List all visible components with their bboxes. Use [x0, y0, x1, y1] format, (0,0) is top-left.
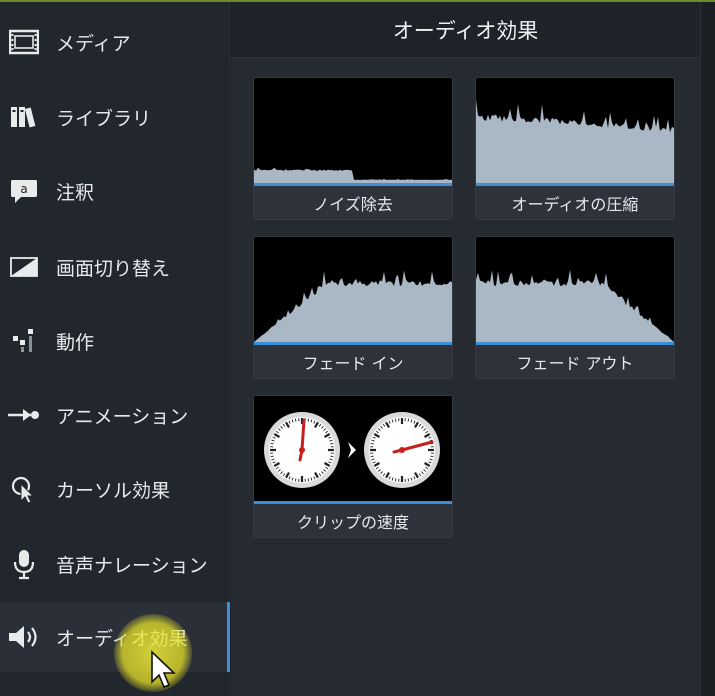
sidebar-item-label: 動作 — [56, 331, 95, 354]
effect-tile-noise-removal[interactable]: ノイズ除去 — [253, 77, 453, 220]
effect-tile-fade-out[interactable]: フェード アウト — [475, 236, 675, 379]
sidebar-item-annotations[interactable]: a 注釈 — [0, 156, 230, 226]
microphone-icon — [6, 546, 42, 582]
sidebar-item-transitions[interactable]: 画面切り替え — [0, 232, 230, 302]
clip-speed-clocks-icon — [254, 396, 452, 503]
speaker-icon — [6, 619, 42, 655]
animation-arrow-icon — [6, 397, 42, 433]
effect-label: クリップの速度 — [296, 512, 409, 532]
effect-label: ノイズ除去 — [313, 194, 393, 214]
sidebar-item-label: カーソル効果 — [56, 479, 171, 502]
sidebar-item-label: オーディオ効果 — [56, 627, 188, 650]
sidebar-item-library[interactable]: ライブラリ — [0, 82, 230, 152]
audio-effects-panel: オーディオ効果 ノイズ除去 オーディオの圧縮 フェード イン フェード アウト — [231, 2, 700, 696]
effect-label: フェード イン — [302, 353, 404, 373]
panel-title: オーディオ効果 — [392, 18, 539, 43]
sidebar-item-cursor-effects[interactable]: カーソル効果 — [0, 454, 230, 524]
behavior-icon — [6, 323, 42, 359]
effect-tile-fade-in[interactable]: フェード イン — [253, 236, 453, 379]
film-strip-icon — [6, 24, 42, 60]
fade-in-waveform-icon — [254, 237, 452, 344]
transition-icon — [6, 249, 42, 285]
effect-tile-clip-speed[interactable]: クリップの速度 — [253, 395, 453, 538]
sidebar-item-audio-effects[interactable]: オーディオ効果 — [0, 602, 230, 672]
sidebar-item-behaviors[interactable]: 動作 — [0, 306, 230, 376]
audio-compression-waveform-icon — [476, 78, 674, 185]
effect-label: オーディオの圧縮 — [511, 194, 639, 214]
effect-tile-audio-compression[interactable]: オーディオの圧縮 — [475, 77, 675, 220]
sidebar-item-label: 注釈 — [56, 181, 95, 204]
sidebar-item-label: 画面切り替え — [56, 257, 171, 280]
effect-label: フェード アウト — [516, 353, 634, 373]
callout-icon: a — [6, 173, 42, 209]
noise-removal-waveform-icon — [254, 78, 452, 185]
cursor-effect-icon — [6, 471, 42, 507]
fade-out-waveform-icon — [476, 237, 674, 344]
sidebar-item-voice-narration[interactable]: 音声ナレーション — [0, 529, 230, 599]
sidebar-item-label: アニメーション — [56, 405, 189, 428]
tools-sidebar: メディア ライブラリ a 注釈 画面切り替え 動作 アニメーション カーソル効果… — [0, 2, 230, 696]
svg-text:a: a — [20, 182, 27, 196]
panel-header: オーディオ効果 — [231, 2, 700, 58]
library-books-icon — [6, 99, 42, 135]
sidebar-item-media[interactable]: メディア — [0, 7, 230, 77]
sidebar-item-label: メディア — [56, 32, 131, 55]
panel-scrollbar-track[interactable] — [700, 2, 715, 696]
sidebar-item-label: 音声ナレーション — [56, 554, 208, 577]
sidebar-item-label: ライブラリ — [56, 107, 152, 130]
sidebar-item-animations[interactable]: アニメーション — [0, 380, 230, 450]
